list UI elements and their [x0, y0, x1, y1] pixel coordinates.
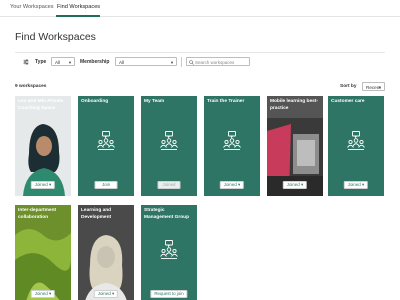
joined-button[interactable]: Joined ▾: [93, 290, 119, 298]
joined-button[interactable]: Joined ▾: [343, 181, 369, 189]
workspace-title: Train the Trainer: [207, 99, 245, 104]
workspace-card[interactable]: Inter-department collaboration Joined ▾: [15, 205, 71, 300]
caret-down-icon: ▾: [361, 182, 365, 187]
joined-button[interactable]: Joined ▾: [219, 181, 245, 189]
button-label: Joined: [97, 291, 111, 296]
button-label: Joined: [286, 182, 300, 187]
membership-select[interactable]: All ▼: [115, 57, 177, 66]
workspace-card[interactable]: Customer care Joined ▾: [328, 96, 384, 196]
joined-button[interactable]: Joined ▾: [30, 181, 56, 189]
people-chat-icon: [159, 131, 179, 151]
button-label: Joined: [223, 182, 237, 187]
sort-select[interactable]: Recent ▼: [362, 82, 385, 91]
membership-select-value: All: [119, 59, 125, 65]
page-title: Find Workspaces: [15, 31, 96, 43]
workspace-title: Learning and Development: [81, 208, 112, 220]
workspace-title: Onboarding: [81, 99, 109, 104]
search-placeholder: Search workspaces: [195, 59, 235, 65]
caret-down-icon: ▾: [111, 291, 115, 296]
workspace-card[interactable]: Learning and Development Joined ▾: [78, 205, 134, 300]
workspace-tabs: Your Workspaces Find Workspaces: [0, 0, 400, 17]
type-select[interactable]: All ▼: [51, 57, 75, 66]
workspace-title: Inter-department collaboration: [18, 208, 57, 220]
sort-label: Sort by: [340, 84, 357, 89]
button-label: Joined: [347, 182, 361, 187]
type-select-value: All: [55, 59, 61, 65]
filter-divider: [181, 57, 182, 67]
button-label: Joined: [34, 182, 48, 187]
tab-your-workspaces[interactable]: Your Workspaces: [10, 4, 54, 10]
workspace-card[interactable]: Leo and Min Private Coaching Space Joine…: [15, 96, 71, 196]
joined-button[interactable]: Joined: [157, 181, 181, 189]
search-icon: [189, 59, 194, 65]
people-chat-icon: [159, 240, 179, 260]
request-to-join-button[interactable]: Request to join: [150, 290, 188, 298]
workspace-card[interactable]: My Team Joined: [141, 96, 197, 196]
caret-down-icon: ▾: [237, 182, 241, 187]
results-count: 9 workspaces: [15, 84, 47, 89]
workspace-title: My Team: [144, 99, 165, 104]
workspace-card[interactable]: Mobile learning best-practice Joined ▾: [267, 96, 323, 196]
people-chat-icon: [222, 131, 242, 151]
workspace-title: Mobile learning best-practice: [270, 99, 318, 111]
membership-filter-label: Membership: [80, 59, 110, 65]
button-label: Joined: [34, 291, 48, 296]
joined-button[interactable]: Joined ▾: [30, 290, 56, 298]
people-chat-icon: [96, 131, 116, 151]
workspace-title: Customer care: [331, 99, 365, 104]
workspace-card[interactable]: Strategic Management Group Request to jo…: [141, 205, 197, 300]
filter-bar: Type All ▼ Membership All ▼ Search works…: [15, 57, 385, 69]
workspace-card[interactable]: Onboarding Join: [78, 96, 134, 196]
people-chat-icon: [346, 131, 366, 151]
join-button[interactable]: Join: [94, 181, 118, 189]
caret-down-icon: ▾: [300, 182, 304, 187]
caret-down-icon: ▼: [68, 60, 72, 65]
caret-down-icon: ▼: [170, 60, 174, 65]
workspace-title: Strategic Management Group: [144, 208, 190, 220]
search-input[interactable]: Search workspaces: [186, 57, 250, 66]
caret-down-icon: ▾: [48, 182, 52, 187]
tab-find-workspaces[interactable]: Find Workspaces: [57, 4, 100, 10]
type-filter-label: Type: [35, 59, 47, 65]
divider: [15, 52, 385, 53]
caret-down-icon: ▼: [378, 85, 382, 90]
sliders-icon[interactable]: [23, 59, 29, 65]
active-tab-indicator: [56, 15, 100, 17]
caret-down-icon: ▾: [48, 291, 52, 296]
joined-button[interactable]: Joined ▾: [282, 181, 308, 189]
workspace-card[interactable]: Train the Trainer Joined ▾: [204, 96, 260, 196]
workspace-title: Leo and Min Private Coaching Space: [18, 99, 64, 111]
